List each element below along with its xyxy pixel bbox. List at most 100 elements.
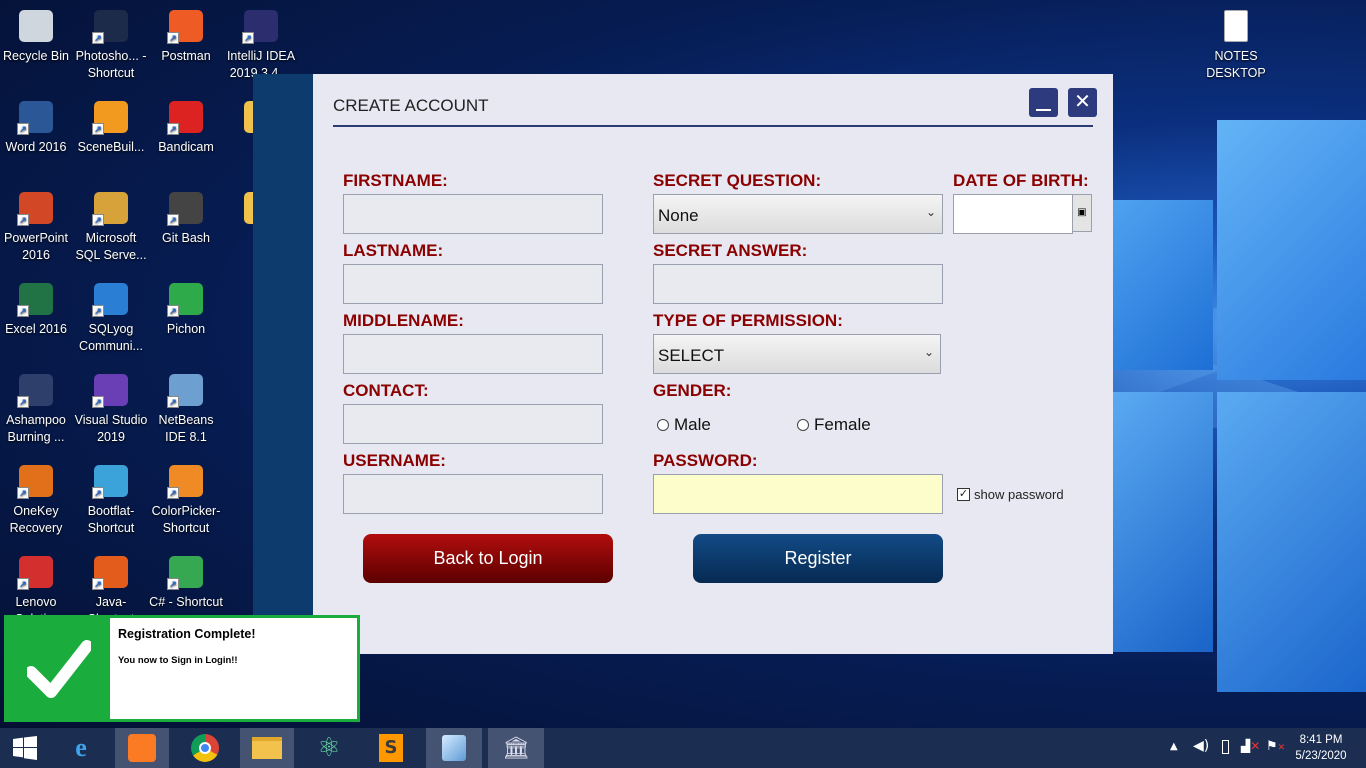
desktop-icon-excel[interactable]: ↗ Excel 2016 — [0, 279, 74, 338]
network-icon[interactable]: ▟✕ — [1241, 739, 1260, 753]
desktop-icon-netbeans[interactable]: ↗ NetBeans IDE 8.1 — [148, 370, 224, 446]
desktop-icon-bootflat[interactable]: ↗ Bootflat-Shortcut — [73, 461, 149, 537]
clock[interactable]: 8:41 PM 5/23/2020 — [1294, 732, 1348, 764]
shortcut-arrow-icon: ↗ — [167, 214, 179, 226]
password-input[interactable] — [653, 474, 943, 514]
windows-logo-pane — [1217, 120, 1366, 380]
shortcut-arrow-icon: ↗ — [92, 487, 104, 499]
windows-logo-pane — [1113, 392, 1213, 652]
taskbar-bank-app[interactable]: 🏛 — [488, 728, 544, 768]
desktop-icon-colorpicker[interactable]: ↗ ColorPicker-Shortcut — [148, 461, 224, 537]
lastname-input[interactable] — [343, 264, 603, 304]
desktop-icon-notes[interactable]: NOTES DESKTOP — [1198, 6, 1274, 82]
minimize-button[interactable] — [1029, 88, 1058, 117]
close-button[interactable]: ✕ — [1068, 88, 1097, 117]
notification-flag-icon[interactable]: ⚑✕ — [1266, 739, 1285, 754]
internet-explorer-icon: e — [75, 733, 87, 762]
minimize-icon — [1036, 109, 1051, 111]
clock-time: 8:41 PM — [1299, 734, 1343, 746]
windows-logo-pane — [1113, 200, 1213, 370]
desktop-icon-git-bash[interactable]: ↗ Git Bash — [148, 188, 224, 247]
radio-circle-icon — [657, 419, 669, 431]
checkmark-icon — [25, 638, 93, 698]
password-label: PASSWORD: — [653, 451, 758, 470]
desktop-icon-onekey[interactable]: ↗ OneKey Recovery — [0, 461, 74, 537]
gender-male-label: Male — [674, 415, 711, 434]
xampp-icon — [128, 734, 156, 762]
windows-start-icon — [13, 736, 37, 760]
clock-date: 5/23/2020 — [1295, 750, 1347, 762]
desktop-icon-label: Recycle Bin — [3, 49, 69, 63]
desktop-icon-pichon[interactable]: ↗ Pichon — [148, 279, 224, 338]
gender-female-radio[interactable]: Female — [797, 415, 871, 435]
desktop-icon-photoshop[interactable]: ↗ Photosho... - Shortcut — [73, 6, 149, 82]
notification-body: Registration Complete! You now to Sign i… — [110, 618, 357, 719]
desktop-icon-bandicam[interactable]: ↗ Bandicam — [148, 97, 224, 156]
taskbar-file-explorer[interactable] — [240, 728, 294, 768]
desktop-icon-label: Pichon — [166, 322, 206, 336]
firstname-input[interactable] — [343, 194, 603, 234]
register-button[interactable]: Register — [693, 534, 943, 583]
back-to-login-button[interactable]: Back to Login — [363, 534, 613, 583]
shortcut-arrow-icon: ↗ — [17, 578, 29, 590]
dob-label: DATE OF BIRTH: — [953, 171, 1089, 190]
text-file-icon — [1224, 10, 1248, 42]
taskbar-netbeans[interactable] — [426, 728, 482, 768]
taskbar-sublime[interactable]: S — [364, 728, 418, 768]
desktop-icon-scenebuilder[interactable]: ↗ SceneBuil... — [73, 97, 149, 156]
desktop-icon-csharp[interactable]: ↗ C# - Shortcut — [148, 552, 224, 611]
permission-select[interactable]: SELECT ⌄ — [653, 334, 941, 374]
desktop-icon-visual-studio[interactable]: ↗ Visual Studio 2019 — [73, 370, 149, 446]
desktop-icon-intellij[interactable]: ↗ IntelliJ IDEA 2019.3.4 ... — [223, 6, 299, 82]
desktop-icon-label: Bandicam — [158, 140, 214, 154]
taskbar: e ⚛ S 🏛 ▲ ◀) ▟✕ ⚑✕ 8:41 PM 5/23/2020 — [0, 728, 1366, 768]
desktop-icon-label: Ashampoo Burning ... — [6, 413, 66, 444]
checkbox-checked-icon: ✓ — [957, 488, 970, 501]
photoshop-icon: ↗ — [92, 10, 128, 44]
desktop-icon-label: SceneBuil... — [77, 140, 145, 154]
gender-male-radio[interactable]: Male — [657, 415, 711, 435]
battery-icon[interactable] — [1222, 740, 1229, 754]
onekey-icon: ↗ — [17, 465, 53, 499]
desktop-icon-recycle-bin[interactable]: Recycle Bin — [0, 6, 74, 65]
registration-notification: Registration Complete! You now to Sign i… — [4, 615, 360, 722]
desktop-icon-sqlyog[interactable]: ↗ SQLyog Communi... — [73, 279, 149, 355]
excel-icon: ↗ — [17, 283, 53, 317]
desktop-icon-ashampoo[interactable]: ↗ Ashampoo Burning ... — [0, 370, 74, 446]
bank-app-icon: 🏛 — [502, 735, 530, 761]
middlename-input[interactable] — [343, 334, 603, 374]
volume-icon[interactable]: ◀) — [1193, 738, 1209, 754]
taskbar-atom[interactable]: ⚛ — [302, 728, 356, 768]
show-password-checkbox[interactable]: ✓ show password — [957, 487, 1064, 502]
notification-title: Registration Complete! — [118, 627, 256, 641]
desktop-icon-powerpoint[interactable]: ↗ PowerPoint 2016 — [0, 188, 74, 264]
shortcut-arrow-icon: ↗ — [17, 123, 29, 135]
dob-input[interactable] — [953, 194, 1073, 234]
calendar-icon: ▣ — [1077, 207, 1087, 218]
desktop-icon-label: Bootflat-Shortcut — [87, 504, 135, 535]
secret-answer-input[interactable] — [653, 264, 943, 304]
netbeans-icon — [442, 735, 466, 761]
desktop-icon-postman[interactable]: ↗ Postman — [148, 6, 224, 65]
desktop-icon-sql-server[interactable]: ↗ Microsoft SQL Serve... — [73, 188, 149, 264]
shortcut-arrow-icon: ↗ — [167, 123, 179, 135]
shortcut-arrow-icon: ↗ — [167, 578, 179, 590]
shortcut-arrow-icon: ↗ — [17, 305, 29, 317]
contact-label: CONTACT: — [343, 381, 429, 400]
contact-input[interactable] — [343, 404, 603, 444]
sublime-icon: S — [379, 734, 403, 762]
taskbar-internet-explorer[interactable]: e — [54, 728, 108, 768]
notification-message: You now to Sign in Login!! — [118, 655, 238, 666]
date-picker-button[interactable]: ▣ — [1072, 194, 1092, 232]
taskbar-xampp[interactable] — [115, 728, 169, 768]
title-divider — [333, 125, 1093, 127]
tray-chevron-up-icon[interactable]: ▲ — [1170, 741, 1178, 752]
desktop-icon-label: ColorPicker-Shortcut — [151, 504, 221, 535]
create-account-window: CREATE ACCOUNT ✕ FIRSTNAME: LASTNAME: MI… — [253, 74, 1113, 654]
username-input[interactable] — [343, 474, 603, 514]
desktop-icon-word[interactable]: ↗ Word 2016 — [0, 97, 74, 156]
start-button[interactable] — [0, 728, 50, 768]
secret-question-select[interactable]: None ⌄ — [653, 194, 943, 234]
taskbar-chrome[interactable] — [178, 728, 232, 768]
postman-icon: ↗ — [167, 10, 203, 44]
